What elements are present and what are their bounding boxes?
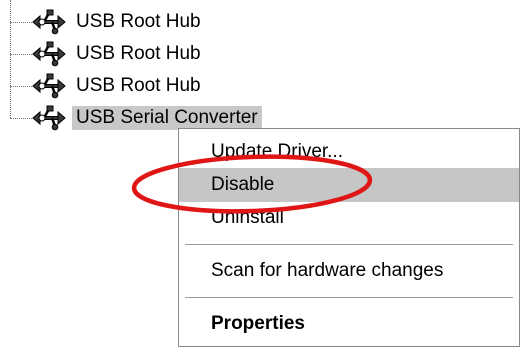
usb-icon — [30, 9, 68, 35]
menu-separator — [185, 297, 513, 299]
tree-item-label: USB Root Hub — [76, 43, 201, 64]
usb-icon — [30, 73, 68, 99]
menu-item-uninstall[interactable]: Uninstall — [179, 201, 519, 235]
menu-item-label: Uninstall — [211, 207, 284, 228]
tree-connector-line — [10, 0, 11, 118]
usb-icon — [30, 105, 68, 131]
menu-item-label: Properties — [211, 313, 305, 334]
tree-item-usb-root-hub[interactable]: USB Root Hub — [30, 71, 205, 101]
tree-item-label: USB Root Hub — [76, 75, 201, 96]
tree-item-label: USB Serial Converter — [72, 106, 262, 130]
menu-item-update-driver[interactable]: Update Driver... — [179, 135, 519, 169]
menu-item-label: Scan for hardware changes — [211, 260, 444, 281]
menu-item-label: Disable — [211, 174, 275, 195]
device-tree: USB Root Hub USB Root Hub USB Root Hub U… — [0, 0, 520, 140]
tree-branch-line — [10, 54, 32, 55]
menu-item-label: Update Driver... — [211, 141, 343, 162]
tree-item-usb-root-hub[interactable]: USB Root Hub — [30, 39, 205, 69]
tree-item-usb-root-hub[interactable]: USB Root Hub — [30, 7, 205, 37]
tree-item-label: USB Root Hub — [76, 11, 201, 32]
menu-separator — [185, 244, 513, 246]
menu-item-scan-hardware[interactable]: Scan for hardware changes — [179, 254, 519, 288]
menu-item-properties[interactable]: Properties — [179, 307, 519, 341]
tree-branch-line — [10, 118, 32, 119]
tree-branch-line — [10, 22, 32, 23]
menu-item-disable[interactable]: Disable — [179, 168, 519, 202]
tree-branch-line — [10, 86, 32, 87]
usb-icon — [30, 41, 68, 67]
context-menu: Update Driver... Disable Uninstall Scan … — [178, 128, 520, 347]
